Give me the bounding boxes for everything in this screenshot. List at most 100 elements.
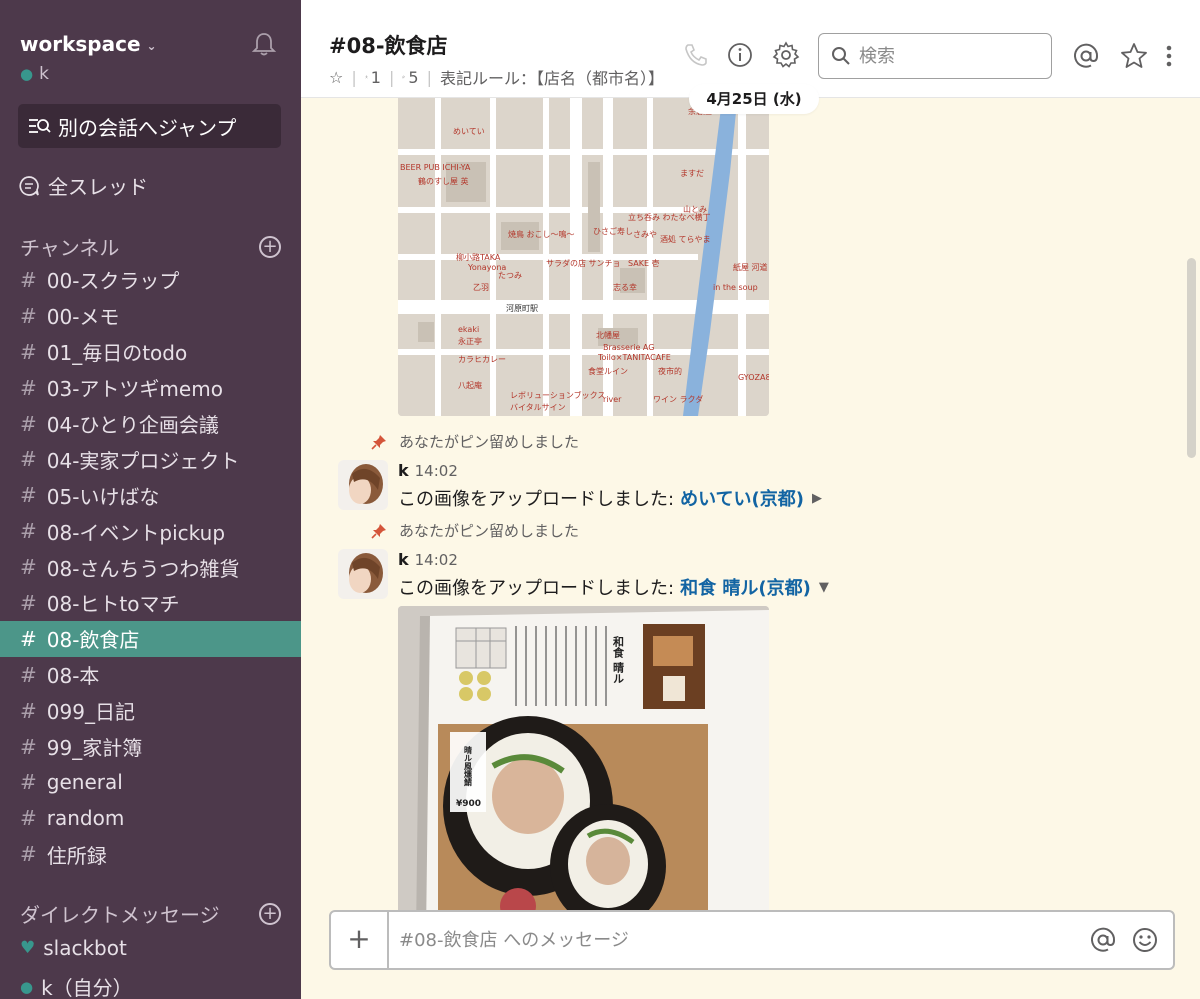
channel-item[interactable]: #00-スクラップ — [0, 262, 301, 298]
message-input[interactable] — [399, 924, 1059, 956]
map-label: BEER PUB ICHI-YA — [400, 163, 471, 172]
jump-to-conversation-button[interactable]: 別の会話へジャンプ — [18, 104, 281, 148]
message-author[interactable]: k — [398, 461, 409, 480]
channel-name: 00-メモ — [46, 305, 120, 330]
phone-icon[interactable] — [681, 40, 711, 70]
channel-name: 住所録 — [46, 843, 107, 868]
channel-item[interactable]: #00-メモ — [0, 298, 301, 334]
channel-topic[interactable]: 表記ルール：【店名（都市名）】 — [440, 65, 664, 89]
star-icon[interactable] — [1119, 41, 1149, 71]
scrollbar[interactable] — [1187, 258, 1196, 458]
search-input[interactable] — [859, 45, 1029, 67]
hash-icon: # — [20, 555, 37, 580]
channel-item[interactable]: #05-いけばな — [0, 477, 301, 513]
avatar[interactable] — [338, 460, 388, 510]
channel-name: 99_家計簿 — [46, 736, 143, 761]
date-divider[interactable]: 4月25日 (水) — [689, 84, 819, 114]
member-icon — [365, 75, 368, 79]
channel-title[interactable]: #08-飲食店 — [329, 30, 448, 60]
channel-item-active[interactable]: #08-飲食店 — [0, 620, 301, 657]
add-channel-icon[interactable]: + — [259, 236, 281, 258]
current-user[interactable]: ● k — [20, 64, 49, 84]
separator: | — [388, 67, 395, 87]
message-author[interactable]: k — [398, 550, 409, 569]
hash-icon: # — [20, 770, 37, 795]
file-link[interactable]: めいてい(京都) — [680, 485, 804, 511]
channel-name: general — [46, 770, 123, 795]
channel-item[interactable]: # general — [0, 764, 301, 800]
message-list[interactable]: めいてい BEER PUB ICHI-YA 鶴のすし屋 英 立ち呑み わたなべ横… — [301, 98, 1181, 910]
channel-item[interactable]: #99_家計簿 — [0, 729, 301, 765]
all-threads-link[interactable]: 全スレッド — [18, 171, 148, 200]
jump-icon — [29, 119, 51, 133]
message-time[interactable]: 14:02 — [415, 551, 458, 569]
emoji-icon[interactable] — [1131, 926, 1159, 954]
attach-plus-button[interactable]: + — [331, 912, 389, 968]
workspace-switcher[interactable]: workspace ⌄ — [20, 32, 157, 56]
message-time[interactable]: 14:02 — [415, 462, 458, 480]
map-label: ワイン ラクダ — [653, 394, 703, 404]
expand-caret-icon[interactable]: ▶ — [812, 491, 822, 506]
channel-item[interactable]: # 住所録 — [0, 836, 301, 872]
dm-heading[interactable]: ダイレクトメッセージ — [20, 899, 220, 928]
map-label: ひさご寿し — [593, 226, 633, 236]
channel-item[interactable]: # random — [0, 800, 301, 836]
dm-item[interactable]: ♥ slackbot — [20, 936, 127, 960]
hash-icon: # — [20, 375, 37, 400]
map-label: めいてい — [453, 127, 485, 136]
message-composer: + — [329, 910, 1175, 970]
gear-icon[interactable] — [771, 40, 801, 70]
more-vertical-icon[interactable] — [1159, 41, 1179, 71]
hash-icon: # — [20, 447, 37, 472]
channel-item[interactable]: #08-イベントpickup — [0, 513, 301, 549]
channel-item[interactable]: #08-ヒトtoマチ — [0, 585, 301, 621]
add-dm-icon[interactable]: + — [259, 903, 281, 925]
notification-bell-icon[interactable] — [250, 30, 278, 58]
map-label: ekaki — [458, 325, 479, 334]
message-item[interactable]: k 14:02 この画像をアップロードしました: めいてい(京都) ▶ — [338, 458, 1158, 518]
channel-item[interactable]: #01_毎日のtodo — [0, 334, 301, 370]
info-icon[interactable] — [725, 40, 755, 70]
channel-item[interactable]: #08-本 — [0, 657, 301, 693]
dm-name: slackbot — [43, 936, 127, 960]
star-outline-icon[interactable]: ☆ — [329, 68, 343, 87]
pin-note-text: あなたがピン留めしました — [399, 433, 580, 451]
channel-item[interactable]: #099_日記 — [0, 693, 301, 729]
map-label: 志る幸 — [613, 282, 637, 292]
separator: | — [351, 67, 357, 87]
map-label: レボリューションブックス — [510, 390, 605, 400]
map-label: 河原町駅 — [506, 303, 538, 313]
map-label: 柳小路TAKA — [456, 252, 501, 262]
channel-item[interactable]: #04-実家プロジェクト — [0, 441, 301, 477]
map-label: 山とみ — [683, 204, 707, 214]
channel-header: #08-飲食店 ☆ | 1 | 5 | 表記ルール：【店名（都市名）】 検索 4… — [301, 0, 1200, 114]
chevron-down-icon: ⌄ — [146, 38, 157, 53]
collapse-caret-icon[interactable]: ▼ — [819, 580, 829, 595]
channel-item[interactable]: #03-アトツギmemo — [0, 370, 301, 406]
dm-item[interactable]: ● k（自分） — [20, 972, 133, 999]
member-count[interactable]: 1 — [371, 68, 381, 87]
pin-note-text: あなたがピン留めしました — [399, 522, 580, 540]
channel-meta: ☆ | 1 | 5 | 表記ルール：【店名（都市名）】 — [329, 65, 664, 89]
map-label: 北幡屋 — [596, 330, 620, 340]
map-label: Brasserie AG — [603, 343, 654, 352]
channel-item[interactable]: #04-ひとり企画会議 — [0, 406, 301, 442]
map-image: めいてい BEER PUB ICHI-YA 鶴のすし屋 英 立ち呑み わたなべ横… — [398, 98, 769, 416]
jump-label: 別の会話へジャンプ — [58, 115, 237, 140]
channel-name: random — [46, 806, 125, 831]
hash-icon: # — [20, 483, 37, 508]
pin-count[interactable]: 5 — [408, 68, 418, 87]
message-item[interactable]: k 14:02 この画像をアップロードしました: 和食 晴ル(京都) ▼ — [338, 547, 1158, 607]
map-image-attachment[interactable]: めいてい BEER PUB ICHI-YA 鶴のすし屋 英 立ち呑み わたなべ横… — [398, 98, 769, 416]
search-box[interactable] — [818, 33, 1052, 79]
file-link[interactable]: 和食 晴ル(京都) — [680, 574, 811, 600]
at-mention-icon[interactable] — [1089, 926, 1117, 954]
channel-item[interactable]: #08-さんちうつわ雑貨 — [0, 549, 301, 585]
book-dish-price: ¥900 — [456, 799, 481, 809]
channels-heading[interactable]: チャンネル — [20, 232, 119, 261]
avatar[interactable] — [338, 549, 388, 599]
sidebar: workspace ⌄ ● k 別の会話へジャンプ 全スレッド チャンネル + #0… — [0, 0, 301, 999]
map-label: 夜市的 — [658, 366, 682, 376]
book-image-attachment[interactable]: 和食 晴ル 晴ル風燻鯖 ¥900 — [398, 606, 769, 910]
at-mention-icon[interactable] — [1071, 41, 1101, 71]
